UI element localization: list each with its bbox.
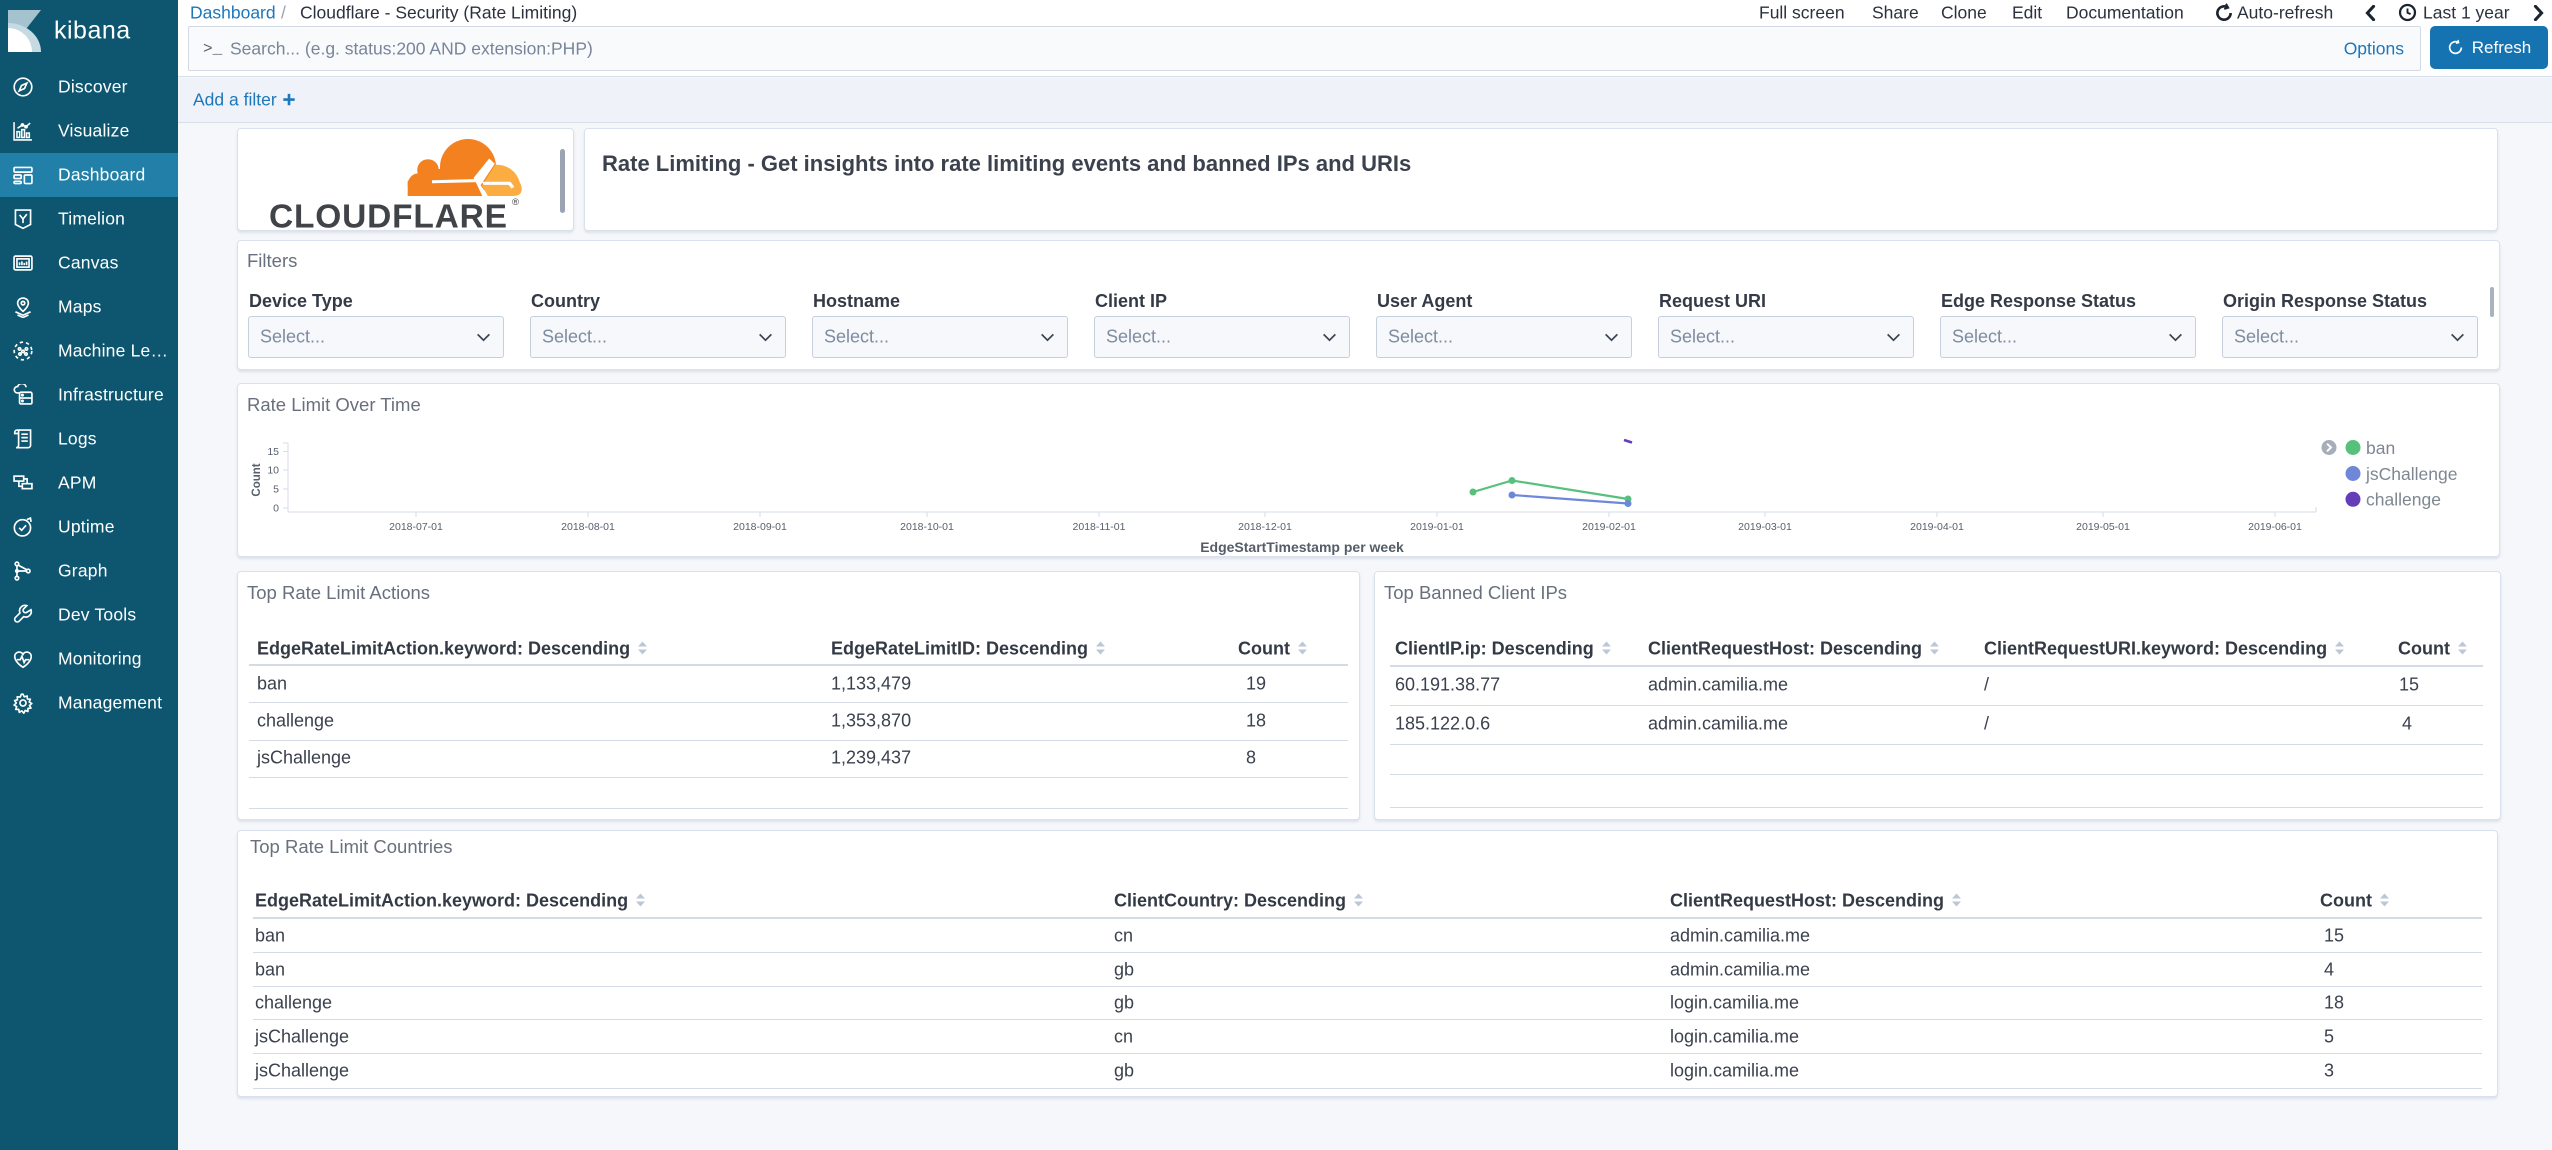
svg-text:2019-04-01: 2019-04-01 [1910, 521, 1964, 533]
svg-text:2018-08-01: 2018-08-01 [561, 521, 615, 533]
svg-text:2018-09-01: 2018-09-01 [733, 521, 787, 533]
svg-text:2018-12-01: 2018-12-01 [1238, 521, 1292, 533]
svg-text:2019-05-01: 2019-05-01 [2076, 521, 2130, 533]
svg-text:ban: ban [2366, 438, 2395, 458]
svg-text:2018-07-01: 2018-07-01 [389, 521, 443, 533]
svg-text:CLOUDFLARE: CLOUDFLARE [269, 199, 508, 232]
svg-text:2018-11-01: 2018-11-01 [1073, 521, 1126, 533]
svg-text:10: 10 [267, 465, 279, 477]
svg-text:EdgeStartTimestamp per week: EdgeStartTimestamp per week [1200, 539, 1404, 555]
svg-text:15: 15 [267, 446, 279, 458]
svg-text:®: ® [512, 197, 519, 208]
svg-text:jsChallenge: jsChallenge [2365, 464, 2457, 484]
svg-text:challenge: challenge [2366, 490, 2441, 510]
svg-text:2019-01-01: 2019-01-01 [1410, 521, 1464, 533]
svg-text:5: 5 [273, 484, 279, 496]
svg-text:2019-02-01: 2019-02-01 [1582, 521, 1636, 533]
svg-text:0: 0 [273, 503, 279, 515]
svg-text:2019-06-01: 2019-06-01 [2248, 521, 2302, 533]
svg-text:2019-03-01: 2019-03-01 [1738, 521, 1792, 533]
svg-text:Count: Count [251, 463, 263, 496]
svg-text:2018-10-01: 2018-10-01 [900, 521, 954, 533]
